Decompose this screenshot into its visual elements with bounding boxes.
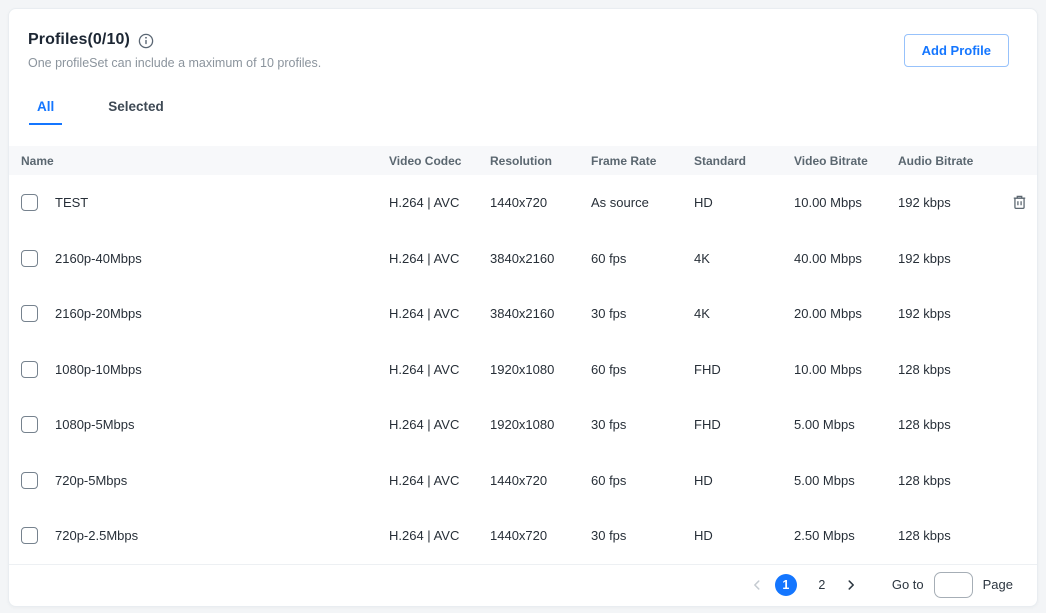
page-subtitle: One profileSet can include a maximum of … bbox=[28, 56, 1013, 70]
profile-name: 720p-5Mbps bbox=[55, 473, 127, 488]
table-row: 720p-2.5Mbps H.264 | AVC 1440x720 30 fps… bbox=[9, 508, 1037, 564]
profile-name: 2160p-20Mbps bbox=[55, 306, 142, 321]
audio-bitrate-cell: 192 kbps bbox=[898, 306, 1009, 321]
table-row: 1080p-5Mbps H.264 | AVC 1920x1080 30 fps… bbox=[9, 397, 1037, 453]
video-codec-cell: H.264 | AVC bbox=[389, 251, 490, 266]
standard-cell: HD bbox=[694, 473, 794, 488]
profiles-card: Profiles(0/10) One profileSet can includ… bbox=[8, 8, 1038, 607]
resolution-cell: 1920x1080 bbox=[490, 362, 591, 377]
audio-bitrate-cell: 192 kbps bbox=[898, 195, 1009, 210]
row-checkbox[interactable] bbox=[21, 416, 38, 433]
profiles-table: Name Video Codec Resolution Frame Rate S… bbox=[9, 146, 1037, 564]
row-checkbox[interactable] bbox=[21, 305, 38, 322]
video-bitrate-cell: 10.00 Mbps bbox=[794, 195, 898, 210]
goto-label: Go to bbox=[892, 577, 924, 592]
profile-name: 1080p-10Mbps bbox=[55, 362, 142, 377]
row-checkbox[interactable] bbox=[21, 361, 38, 378]
tab-all[interactable]: All bbox=[29, 99, 62, 125]
resolution-cell: 1440x720 bbox=[490, 528, 591, 543]
row-checkbox[interactable] bbox=[21, 527, 38, 544]
standard-cell: 4K bbox=[694, 251, 794, 266]
video-bitrate-cell: 5.00 Mbps bbox=[794, 417, 898, 432]
table-row: 2160p-40Mbps H.264 | AVC 3840x2160 60 fp… bbox=[9, 231, 1037, 287]
tab-bar: All Selected bbox=[9, 99, 1037, 125]
frame-rate-cell: 60 fps bbox=[591, 362, 694, 377]
standard-cell: HD bbox=[694, 195, 794, 210]
standard-cell: HD bbox=[694, 528, 794, 543]
table-row: 1080p-10Mbps H.264 | AVC 1920x1080 60 fp… bbox=[9, 342, 1037, 398]
profile-name: 1080p-5Mbps bbox=[55, 417, 135, 432]
video-bitrate-cell: 5.00 Mbps bbox=[794, 473, 898, 488]
video-codec-cell: H.264 | AVC bbox=[389, 473, 490, 488]
resolution-cell: 1440x720 bbox=[490, 195, 591, 210]
table-header-row: Name Video Codec Resolution Frame Rate S… bbox=[9, 146, 1037, 175]
column-header-name: Name bbox=[21, 154, 389, 168]
column-header-standard: Standard bbox=[694, 154, 794, 168]
audio-bitrate-cell: 192 kbps bbox=[898, 251, 1009, 266]
standard-cell: FHD bbox=[694, 417, 794, 432]
resolution-cell: 1920x1080 bbox=[490, 417, 591, 432]
table-body: TEST H.264 | AVC 1440x720 As source HD 1… bbox=[9, 175, 1037, 564]
frame-rate-cell: 30 fps bbox=[591, 528, 694, 543]
column-header-frame-rate: Frame Rate bbox=[591, 154, 694, 168]
profile-name: TEST bbox=[55, 195, 88, 210]
video-codec-cell: H.264 | AVC bbox=[389, 528, 490, 543]
frame-rate-cell: 30 fps bbox=[591, 306, 694, 321]
table-row: TEST H.264 | AVC 1440x720 As source HD 1… bbox=[9, 175, 1037, 231]
standard-cell: 4K bbox=[694, 306, 794, 321]
audio-bitrate-cell: 128 kbps bbox=[898, 362, 1009, 377]
tab-selected[interactable]: Selected bbox=[100, 99, 172, 125]
column-header-audio-bitrate: Audio Bitrate bbox=[898, 154, 1009, 168]
frame-rate-cell: 60 fps bbox=[591, 251, 694, 266]
page-title: Profiles(0/10) bbox=[28, 31, 130, 49]
resolution-cell: 3840x2160 bbox=[490, 251, 591, 266]
column-header-video-bitrate: Video Bitrate bbox=[794, 154, 898, 168]
trash-icon[interactable] bbox=[1009, 192, 1030, 213]
chevron-left-icon[interactable] bbox=[746, 574, 768, 596]
row-checkbox[interactable] bbox=[21, 194, 38, 211]
goto-page-input[interactable] bbox=[934, 572, 973, 598]
video-codec-cell: H.264 | AVC bbox=[389, 417, 490, 432]
add-profile-button[interactable]: Add Profile bbox=[904, 34, 1009, 67]
frame-rate-cell: 60 fps bbox=[591, 473, 694, 488]
page-button-2[interactable]: 2 bbox=[811, 574, 833, 596]
column-header-video-codec: Video Codec bbox=[389, 154, 490, 168]
page-label: Page bbox=[983, 577, 1013, 592]
standard-cell: FHD bbox=[694, 362, 794, 377]
frame-rate-cell: 30 fps bbox=[591, 417, 694, 432]
audio-bitrate-cell: 128 kbps bbox=[898, 417, 1009, 432]
pagination-bar: 1 2 Go to Page bbox=[9, 564, 1037, 605]
resolution-cell: 3840x2160 bbox=[490, 306, 591, 321]
video-bitrate-cell: 10.00 Mbps bbox=[794, 362, 898, 377]
video-bitrate-cell: 2.50 Mbps bbox=[794, 528, 898, 543]
video-bitrate-cell: 40.00 Mbps bbox=[794, 251, 898, 266]
frame-rate-cell: As source bbox=[591, 195, 694, 210]
card-header: Profiles(0/10) One profileSet can includ… bbox=[9, 9, 1037, 70]
profile-name: 720p-2.5Mbps bbox=[55, 528, 138, 543]
resolution-cell: 1440x720 bbox=[490, 473, 591, 488]
info-icon[interactable] bbox=[138, 33, 154, 49]
row-checkbox[interactable] bbox=[21, 250, 38, 267]
table-row: 720p-5Mbps H.264 | AVC 1440x720 60 fps H… bbox=[9, 453, 1037, 509]
video-bitrate-cell: 20.00 Mbps bbox=[794, 306, 898, 321]
video-codec-cell: H.264 | AVC bbox=[389, 306, 490, 321]
column-header-resolution: Resolution bbox=[490, 154, 591, 168]
page-button-1[interactable]: 1 bbox=[775, 574, 797, 596]
chevron-right-icon[interactable] bbox=[840, 574, 862, 596]
row-checkbox[interactable] bbox=[21, 472, 38, 489]
profile-name: 2160p-40Mbps bbox=[55, 251, 142, 266]
video-codec-cell: H.264 | AVC bbox=[389, 195, 490, 210]
table-row: 2160p-20Mbps H.264 | AVC 3840x2160 30 fp… bbox=[9, 286, 1037, 342]
audio-bitrate-cell: 128 kbps bbox=[898, 528, 1009, 543]
audio-bitrate-cell: 128 kbps bbox=[898, 473, 1009, 488]
video-codec-cell: H.264 | AVC bbox=[389, 362, 490, 377]
